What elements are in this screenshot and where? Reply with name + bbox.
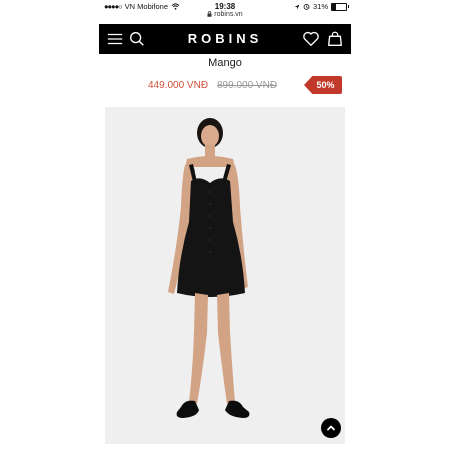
phone-screen: ●●●●○ VN Mobifone 19:38 31% robins.vn RO… [99,0,351,450]
discount-label: 50% [316,80,335,90]
alarm-icon [303,3,310,10]
status-right: 31% [294,2,349,11]
status-bar: ●●●●○ VN Mobifone 19:38 31% robins.vn [99,0,351,22]
original-price: 899.000 VNĐ [217,80,278,91]
battery-icon [331,2,349,11]
battery-percent: 31% [312,2,328,11]
discount-badge: 50% [304,76,342,94]
price-row: 449.000 VNĐ 899.000 VNĐ 50% [99,76,351,94]
battery-level [332,3,337,10]
lock-icon [207,11,212,17]
sale-price: 449.000 VNĐ [148,80,209,91]
product-brand: Mango [208,57,242,69]
scroll-top-button[interactable] [321,418,341,438]
chevron-up-icon [327,425,335,431]
url-bar[interactable]: robins.vn [99,11,351,18]
url-text: robins.vn [214,11,243,18]
product-image[interactable] [105,107,345,444]
heart-icon[interactable] [302,30,320,48]
bag-icon[interactable] [326,30,344,48]
model-photo [168,118,250,418]
location-icon [294,4,300,9]
site-header: ROBINS [99,24,351,54]
